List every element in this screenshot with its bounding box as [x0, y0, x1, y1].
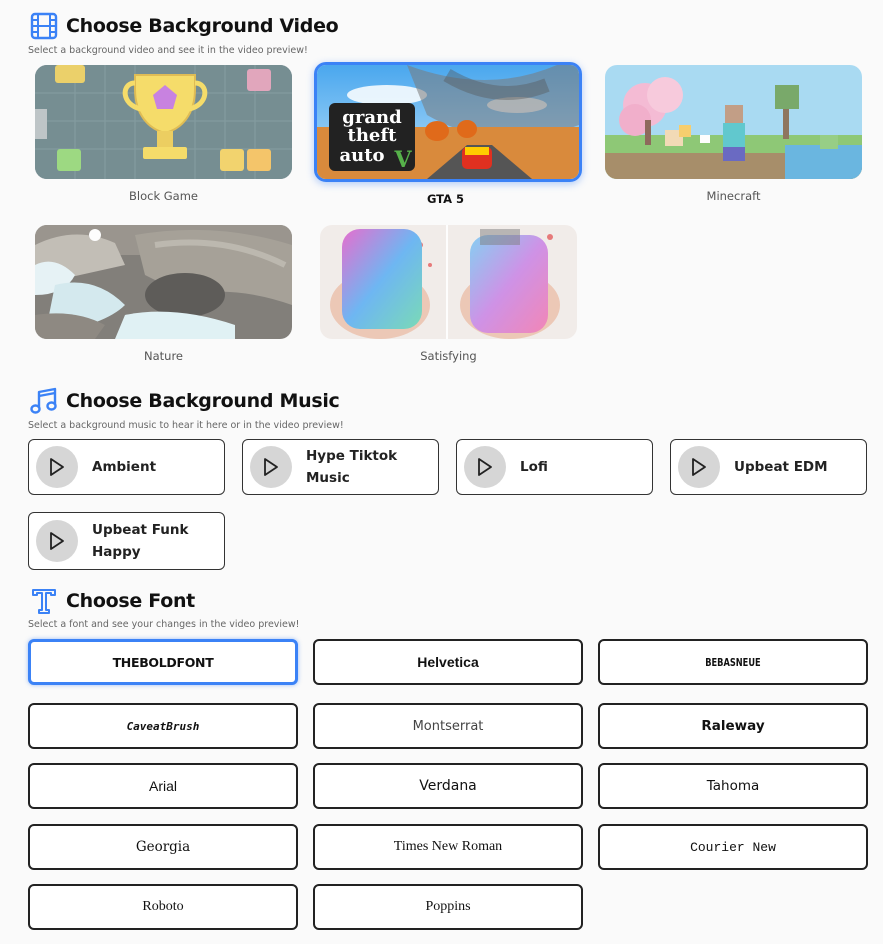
font-option-verdana[interactable]: Verdana — [313, 763, 583, 809]
font-option-montserrat[interactable]: Montserrat — [313, 703, 583, 749]
music-section-header: Choose Background Music — [30, 387, 340, 415]
play-icon[interactable] — [464, 446, 506, 488]
video-label: Nature — [144, 349, 183, 363]
track-label-line2: Happy — [92, 544, 141, 560]
track-label: Upbeat Funk Happy — [92, 519, 188, 563]
film-icon — [30, 12, 58, 40]
font-option-helvetica[interactable]: Helvetica — [313, 639, 583, 685]
font-option-raleway[interactable]: Raleway — [598, 703, 868, 749]
font-option-roboto[interactable]: Roboto — [28, 884, 298, 930]
video-label: Satisfying — [420, 349, 477, 363]
gta-logo-line3: auto — [339, 145, 384, 166]
font-option-caveatbrush[interactable]: CaveatBrush — [28, 703, 298, 749]
font-option-georgia[interactable]: Georgia — [28, 824, 298, 870]
video-section-subtitle: Select a background video and see it in … — [28, 45, 308, 56]
video-label: Block Game — [129, 189, 198, 203]
font-option-label: BEBASNEUE — [705, 655, 761, 669]
play-icon[interactable] — [678, 446, 720, 488]
music-track-hype-tiktok[interactable]: Hype Tiktok Music — [242, 439, 439, 495]
play-icon[interactable] — [36, 520, 78, 562]
font-option-bebasneue[interactable]: BEBASNEUE — [598, 639, 868, 685]
play-icon[interactable] — [36, 446, 78, 488]
gta5-thumbnail: grand theft auto V — [314, 62, 582, 182]
track-label-line1: Upbeat Funk — [92, 522, 189, 538]
video-label: Minecraft — [706, 189, 761, 203]
font-option-arial[interactable]: Arial — [28, 763, 298, 809]
video-card-minecraft[interactable]: Minecraft — [605, 65, 862, 203]
font-option-tahoma[interactable]: Tahoma — [598, 763, 868, 809]
track-label: Ambient — [92, 459, 157, 475]
nature-thumbnail — [35, 225, 292, 339]
font-option-courier-new[interactable]: Courier New — [598, 824, 868, 870]
video-section-title: Choose Background Video — [66, 15, 339, 37]
video-card-block-game[interactable]: Block Game — [35, 65, 292, 203]
video-section-header: Choose Background Video — [30, 12, 339, 40]
video-card-nature[interactable]: Nature — [35, 225, 292, 363]
music-track-upbeat-edm[interactable]: Upbeat EDM — [670, 439, 867, 495]
video-card-gta5[interactable]: grand theft auto V GTA 5 — [314, 62, 582, 206]
track-label: Upbeat EDM — [734, 459, 828, 475]
video-label: GTA 5 — [426, 192, 465, 206]
music-section-title: Choose Background Music — [66, 390, 340, 412]
font-option-times-new-roman[interactable]: Times New Roman — [313, 824, 583, 870]
block-game-thumbnail — [35, 65, 292, 179]
font-section-subtitle: Select a font and see your changes in th… — [28, 619, 300, 630]
font-section-title: Choose Font — [66, 590, 195, 612]
font-option-theboldfont[interactable]: THEBOLDFONT — [28, 639, 298, 685]
track-label: Lofi — [520, 459, 548, 475]
satisfying-thumbnail — [320, 225, 577, 339]
music-note-icon — [30, 387, 58, 415]
text-t-icon — [30, 587, 58, 615]
music-section-subtitle: Select a background music to hear it her… — [28, 420, 344, 431]
gta-logo-line2: theft — [348, 125, 398, 146]
play-icon[interactable] — [250, 446, 292, 488]
font-option-poppins[interactable]: Poppins — [313, 884, 583, 930]
music-track-upbeat-funk-happy[interactable]: Upbeat Funk Happy — [28, 512, 225, 570]
minecraft-thumbnail — [605, 65, 862, 179]
track-label: Hype Tiktok Music — [306, 448, 398, 486]
gta-logo-line4: V — [393, 147, 412, 173]
music-track-ambient[interactable]: Ambient — [28, 439, 225, 495]
video-card-satisfying[interactable]: Satisfying — [320, 225, 577, 363]
music-track-lofi[interactable]: Lofi — [456, 439, 653, 495]
font-section-header: Choose Font — [30, 587, 195, 615]
